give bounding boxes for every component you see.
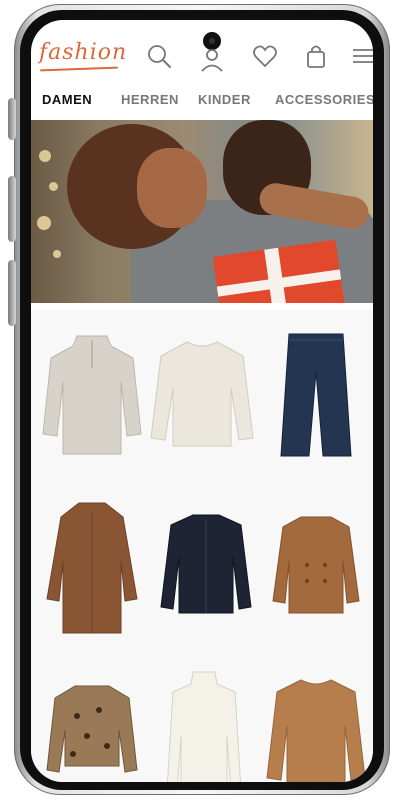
product-leopard-print-jacket[interactable] <box>37 666 147 782</box>
hero-banner-image[interactable] <box>31 120 373 303</box>
tab-damen[interactable]: DAMEN <box>42 92 92 107</box>
phone-screen: fashion DAMEN HERREN KINDER ACCESSORIES <box>31 20 373 782</box>
woman-face <box>137 148 207 228</box>
phone-side-button-3 <box>8 260 16 326</box>
gift-ribbon <box>264 247 288 303</box>
product-beige-half-zip-sweater[interactable] <box>37 322 147 472</box>
bokeh-light <box>53 250 61 258</box>
product-white-turtleneck-top[interactable] <box>149 666 259 782</box>
category-tabs: DAMEN HERREN KINDER ACCESSORIES <box>31 90 373 114</box>
heart-icon[interactable] <box>251 42 279 70</box>
shopping-bag-icon[interactable] <box>302 42 330 70</box>
product-grid <box>31 310 373 782</box>
product-navy-shirt-jacket[interactable] <box>151 495 261 645</box>
product-cream-knit-sweater[interactable] <box>147 322 257 472</box>
product-camel-peacoat[interactable] <box>261 495 371 645</box>
logo-underline <box>39 66 119 72</box>
user-icon[interactable] <box>198 46 226 74</box>
product-dark-blue-wide-jeans[interactable] <box>261 322 371 472</box>
product-brown-wool-coat[interactable] <box>37 495 147 645</box>
search-icon[interactable] <box>145 42 173 70</box>
bokeh-light <box>49 182 58 191</box>
brand-logo[interactable]: fashion <box>39 40 127 65</box>
bokeh-light <box>37 216 51 230</box>
tab-accessories[interactable]: ACCESSORIES <box>275 92 373 107</box>
phone-side-button-2 <box>8 176 16 242</box>
tab-herren[interactable]: HERREN <box>121 92 179 107</box>
bokeh-light <box>39 150 51 162</box>
phone-side-button-1 <box>8 98 16 140</box>
menu-icon[interactable] <box>349 42 373 70</box>
tab-kinder[interactable]: KINDER <box>198 92 251 107</box>
product-camel-knit-sweater[interactable] <box>261 666 371 782</box>
